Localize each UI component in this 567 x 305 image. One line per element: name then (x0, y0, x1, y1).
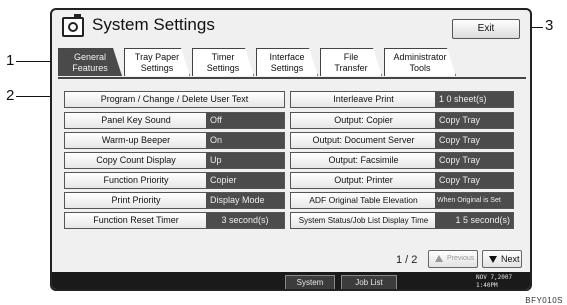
setting-value: 3 second(s) (206, 213, 284, 228)
setting-label: ADF Original Table Elevation (309, 195, 418, 205)
settings-tabs: General Features Tray Paper Settings Tim… (58, 48, 518, 78)
status-bar: System Status Job List NOV 7,2007 1:40PM (52, 272, 530, 289)
tab-label-line1: Administrator (393, 52, 447, 62)
tab-label-line1: File (343, 52, 359, 62)
setting-value: 1 5 second(s) (435, 213, 513, 228)
system-status-button[interactable]: System Status (285, 275, 335, 289)
setting-label: System Status/Job List Display Time (298, 216, 429, 225)
setting-value: Copy Tray (435, 113, 513, 128)
setting-adf-original-table-elevation[interactable]: ADF Original Table Elevation When Origin… (290, 192, 514, 209)
tab-label-line2: Tools (409, 63, 431, 73)
triangle-up-icon (435, 255, 443, 262)
setting-value: Copier (206, 173, 284, 188)
setting-label: Copy Count Display (96, 155, 176, 165)
setting-value: On (206, 133, 284, 148)
setting-output-document-server[interactable]: Output: Document Server Copy Tray (290, 132, 514, 149)
tab-divider (58, 77, 526, 79)
setting-copy-count-display[interactable]: Copy Count Display Up (64, 152, 285, 169)
setting-label: Function Reset Timer (93, 215, 179, 225)
tab-label-line2: Transfer (334, 63, 368, 73)
setting-value: 1 0 sheet(s) (435, 92, 513, 107)
setting-label: Warm-up Beeper (101, 135, 171, 145)
settings-camera-icon (62, 14, 84, 37)
tab-file-transfer[interactable]: File Transfer (320, 48, 382, 76)
tab-label-line2: Features (72, 63, 108, 73)
tab-label-line2: Settings (206, 63, 240, 73)
callout-3: 3 (545, 17, 554, 34)
setting-value: Copy Tray (435, 153, 513, 168)
setting-label: Output: Printer (334, 175, 393, 185)
next-label: Next (501, 254, 520, 264)
setting-value: When Original is Set (435, 193, 513, 208)
setting-value: Off (206, 113, 284, 128)
setting-label: Function Priority (103, 175, 169, 185)
setting-label: Output: Document Server (312, 135, 415, 145)
previous-label: Previous (447, 255, 475, 262)
callout-1: 1 (6, 52, 15, 69)
triangle-down-icon (489, 256, 497, 263)
setting-label: Print Priority (111, 195, 161, 205)
tab-label-line1: Interface (269, 52, 305, 62)
date-time-display: NOV 7,2007 1:40PM (476, 274, 513, 289)
setting-panel-key-sound[interactable]: Panel Key Sound Off (64, 112, 285, 129)
page-indicator: 1 / 2 (396, 254, 418, 266)
setting-function-reset-timer[interactable]: Function Reset Timer 3 second(s) (64, 212, 285, 229)
tab-label-line2: Settings (270, 63, 304, 73)
setting-function-priority[interactable]: Function Priority Copier (64, 172, 285, 189)
figure-code: BFY010S (525, 296, 563, 305)
tab-label-line1: General (73, 52, 107, 62)
tab-administrator-tools[interactable]: Administrator Tools (384, 48, 456, 76)
setting-print-priority[interactable]: Print Priority Display Mode (64, 192, 285, 209)
setting-output-facsimile[interactable]: Output: Facsimile Copy Tray (290, 152, 514, 169)
setting-label: Panel Key Sound (101, 115, 171, 125)
setting-output-copier[interactable]: Output: Copier Copy Tray (290, 112, 514, 129)
tab-timer-settings[interactable]: Timer Settings (192, 48, 254, 76)
setting-value: Copy Tray (435, 173, 513, 188)
window-title: System Settings (92, 15, 215, 34)
tab-label-line2: Settings (140, 63, 174, 73)
tab-label-line1: Tray Paper (134, 52, 180, 62)
setting-label: Output: Copier (334, 115, 393, 125)
callout-2: 2 (6, 87, 15, 104)
setting-value: Up (206, 153, 284, 168)
setting-warm-up-beeper[interactable]: Warm-up Beeper On (64, 132, 285, 149)
exit-button[interactable]: Exit (452, 19, 520, 39)
tab-interface-settings[interactable]: Interface Settings (256, 48, 318, 76)
setting-interleave-print[interactable]: Interleave Print 1 0 sheet(s) (290, 91, 514, 108)
setting-value: Display Mode (206, 193, 284, 208)
setting-status-job-list-display-time[interactable]: System Status/Job List Display Time 1 5 … (290, 212, 514, 229)
program-user-text-button[interactable]: Program / Change / Delete User Text (64, 91, 285, 108)
tab-tray-paper-settings[interactable]: Tray Paper Settings (124, 48, 190, 76)
program-user-text-label: Program / Change / Delete User Text (100, 94, 249, 104)
setting-label: Output: Facsimile (328, 155, 399, 165)
title-bar: System Settings Exit (52, 10, 530, 46)
previous-page-button[interactable]: Previous (428, 250, 478, 268)
next-page-button[interactable]: Next (482, 250, 522, 268)
job-list-button[interactable]: Job List (341, 275, 397, 289)
tab-general-features[interactable]: General Features (58, 48, 122, 76)
system-settings-panel: System Settings Exit General Features Tr… (50, 8, 532, 291)
setting-label: Interleave Print (333, 94, 394, 104)
time-text: 1:40PM (476, 282, 498, 289)
setting-output-printer[interactable]: Output: Printer Copy Tray (290, 172, 514, 189)
tab-label-line1: Timer (211, 52, 235, 62)
setting-value: Copy Tray (435, 133, 513, 148)
date-text: NOV 7,2007 (476, 274, 513, 281)
